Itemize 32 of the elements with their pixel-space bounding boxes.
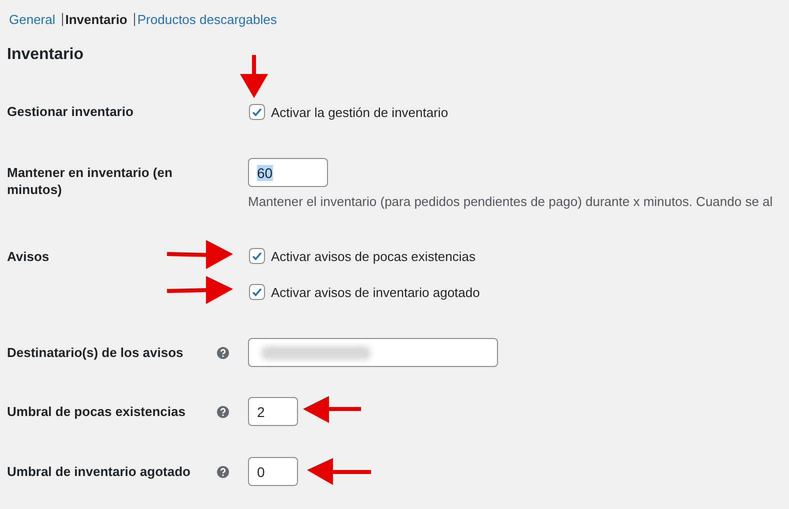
- annotation-arrow: [166, 276, 233, 304]
- annotation-arrow: [303, 396, 361, 423]
- annotation-arrow: [166, 240, 233, 269]
- setting-label: Mantener en inventario (en minutos): [7, 164, 174, 198]
- number-field[interactable]: 0: [248, 457, 298, 486]
- setting-label: Avisos: [7, 248, 50, 265]
- setting-label: Gestionar inventario: [7, 103, 134, 120]
- field-value: 0: [257, 464, 265, 480]
- annotation-arrow: [307, 458, 371, 485]
- number-field[interactable]: 60: [248, 158, 328, 187]
- setting-label: Umbral de inventario agotado: [7, 463, 192, 480]
- section-heading: Inventario: [7, 46, 84, 64]
- field-value: 2: [257, 404, 265, 420]
- help-icon[interactable]: [217, 406, 229, 418]
- checkbox-label[interactable]: Activar avisos de inventario agotado: [271, 284, 480, 300]
- number-field[interactable]: 2: [248, 397, 298, 426]
- checkbox[interactable]: [249, 104, 265, 120]
- field-value: 60: [257, 164, 273, 180]
- checkbox-label[interactable]: Activar la gestión de inventario: [271, 104, 448, 120]
- help-icon[interactable]: [217, 466, 229, 478]
- tab[interactable]: General: [9, 12, 56, 26]
- field-description: Mantener el inventario (para pedidos pendientes de pago) durante x minutos. Cuando se al: [248, 194, 774, 209]
- annotation-arrow: [240, 55, 268, 98]
- setting-label: Destinatario(s) de los avisos: [7, 344, 184, 361]
- help-icon[interactable]: [217, 347, 229, 359]
- email-field[interactable]: [248, 338, 498, 367]
- setting-label: Umbral de pocas existencias: [7, 403, 186, 420]
- checkbox[interactable]: [249, 284, 265, 300]
- checkbox[interactable]: [249, 248, 265, 264]
- tab[interactable]: Inventario: [65, 12, 128, 26]
- checkbox-label[interactable]: Activar avisos de pocas existencias: [271, 248, 476, 264]
- tab[interactable]: Productos descargables: [137, 12, 277, 26]
